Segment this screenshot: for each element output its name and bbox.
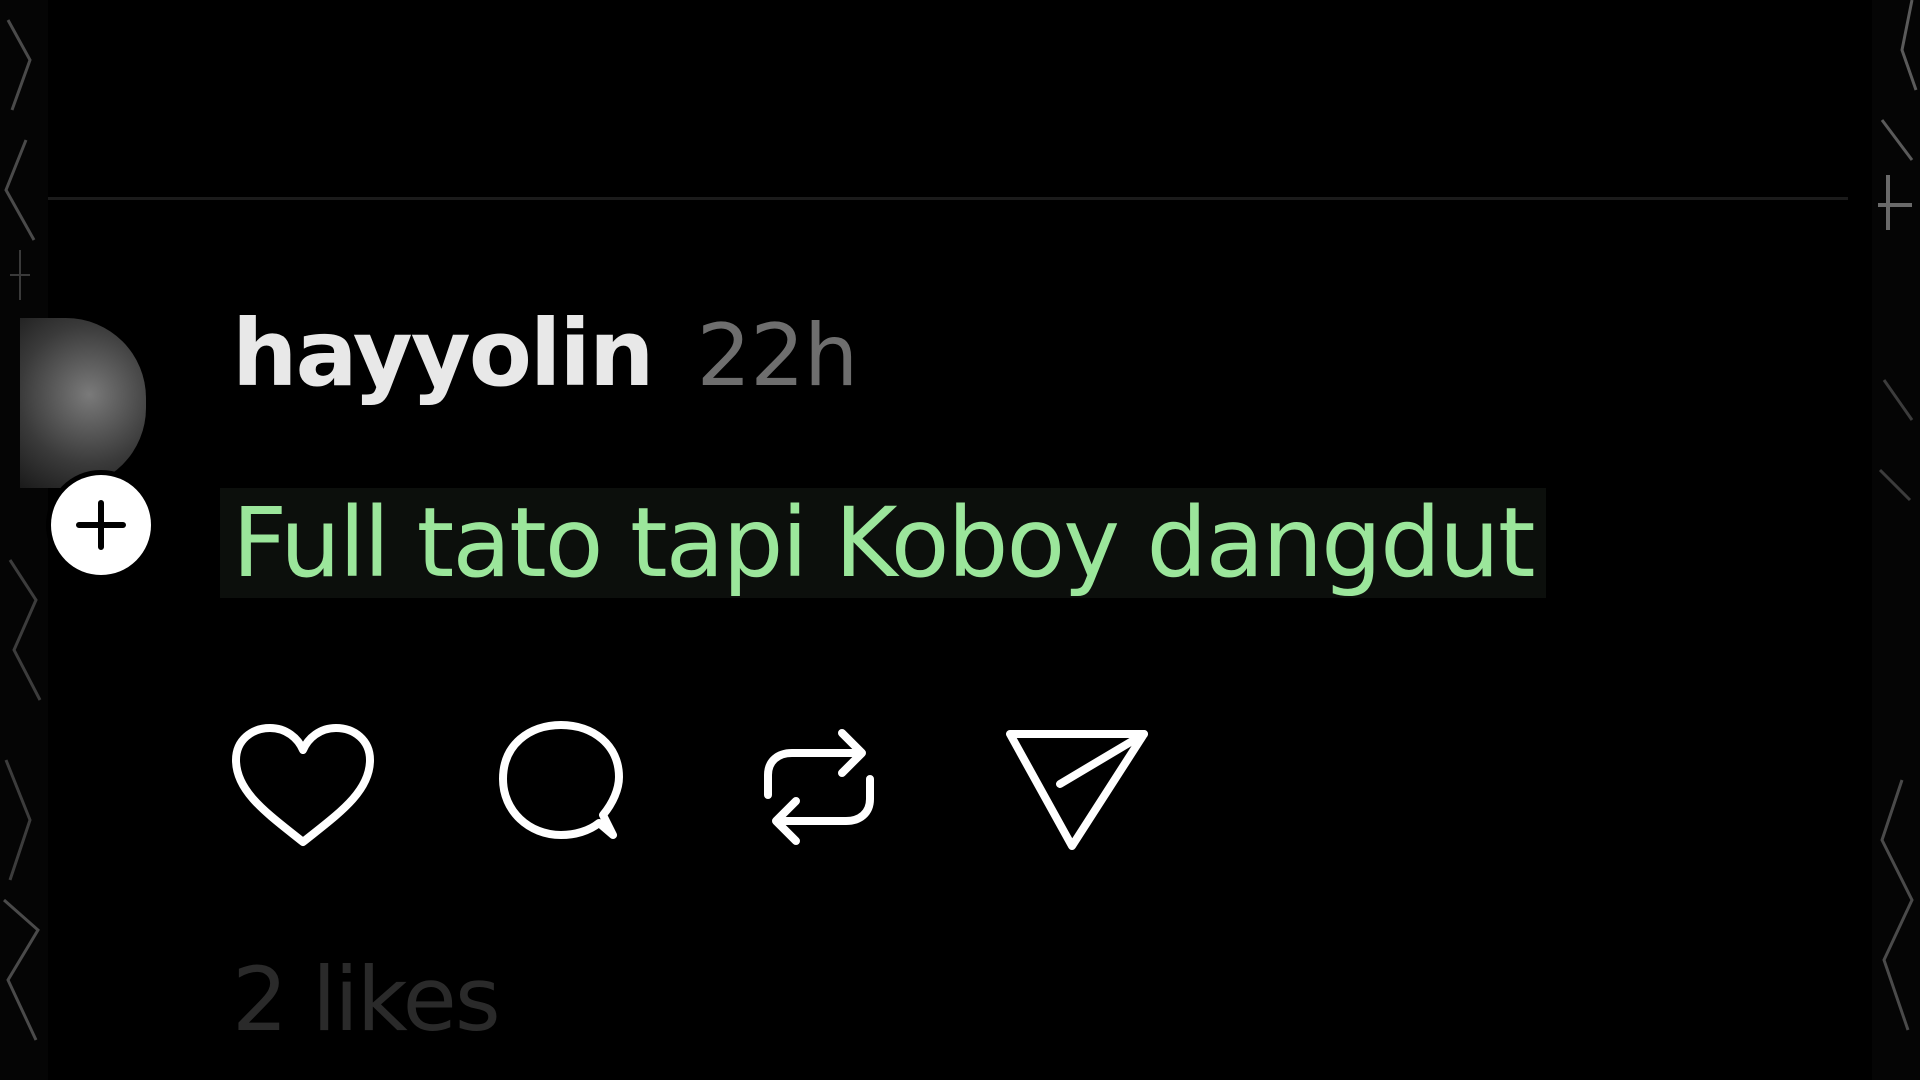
feed-divider (48, 197, 1848, 200)
post-screen: hayyolin 22h Full tato tapi Koboy dangdu… (0, 0, 1920, 1080)
sketch-border-right (1872, 0, 1920, 1080)
sketch-border-left (0, 0, 48, 1080)
action-bar (228, 712, 1260, 862)
heart-icon (232, 724, 374, 846)
like-button[interactable] (228, 712, 378, 862)
likes-count[interactable]: 2 likes (232, 948, 501, 1051)
avatar[interactable] (20, 318, 146, 488)
comment-icon (499, 721, 623, 839)
post-time: 22h (696, 306, 858, 406)
comment-button[interactable] (486, 712, 636, 862)
repost-button[interactable] (744, 712, 894, 862)
send-icon (1006, 730, 1148, 850)
repost-icon (764, 729, 874, 845)
follow-button[interactable] (46, 470, 156, 580)
username[interactable]: hayyolin (232, 300, 654, 407)
share-button[interactable] (1002, 712, 1152, 862)
plus-icon (76, 500, 126, 550)
post-header: hayyolin 22h (232, 300, 858, 407)
post-caption: Full tato tapi Koboy dangdut (220, 488, 1546, 598)
